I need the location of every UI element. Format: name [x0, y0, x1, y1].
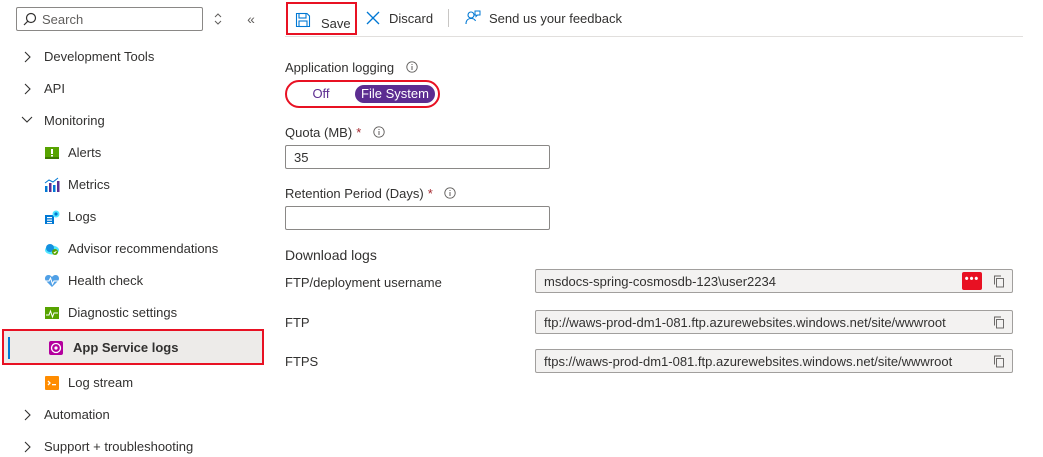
sidebar-item-label: Metrics [68, 177, 110, 192]
feedback-label: Send us your feedback [489, 11, 622, 26]
sidebar-item-advisor-recommendations[interactable]: Advisor recommendations [0, 233, 270, 265]
sidebar-item-health-check[interactable]: Health check [0, 265, 270, 297]
retention-period-label: Retention Period (Days) * [285, 186, 457, 201]
copy-icon[interactable] [993, 275, 1005, 288]
retention-period-input[interactable] [286, 207, 549, 229]
sidebar-item-label: Logs [68, 209, 97, 224]
quota-label: Quota (MB) * [285, 125, 385, 140]
sidebar-item-label: Monitoring [44, 113, 105, 128]
toggle-off-option[interactable]: Off [290, 85, 352, 103]
log-stream-icon [45, 376, 59, 390]
sidebar-item-diagnostic-settings[interactable]: Diagnostic settings [0, 297, 270, 329]
health-check-icon [44, 275, 60, 287]
ftps-field: ftps://waws-prod-dm1-081.ftp.azurewebsit… [535, 349, 1013, 373]
sidebar-item-label: Health check [68, 273, 144, 288]
info-icon[interactable] [444, 187, 457, 199]
quota-text: Quota (MB) [285, 125, 353, 140]
discard-button[interactable]: Discard [365, 8, 440, 30]
send-feedback-button[interactable]: Send us your feedback [465, 8, 635, 30]
search-input[interactable]: Search [16, 7, 203, 31]
resource-menu-sidebar: Search « Development Tools API Monitorin… [0, 0, 270, 457]
sidebar-item-label: Log stream [68, 375, 134, 390]
chevron-right-icon [24, 441, 31, 453]
save-button[interactable]: Save [286, 2, 357, 35]
save-icon [295, 12, 311, 28]
sidebar-item-label: Development Tools [44, 49, 155, 64]
retention-period-text: Retention Period (Days) [285, 186, 424, 201]
sidebar-item-logs[interactable]: Logs [0, 201, 270, 233]
sidebar-item-label: API [44, 81, 65, 96]
ellipsis-icon: ••• [964, 273, 980, 285]
chevron-right-icon [24, 51, 31, 63]
command-bar: Save Discard Send us your feedback [285, 0, 1023, 37]
sidebar-item-support-troubleshooting[interactable]: Support + troubleshooting [0, 431, 270, 457]
sidebar-item-monitoring[interactable]: Monitoring [0, 105, 270, 137]
ftp-username-field: msdocs-spring-cosmosdb-123\user2234 ••• [535, 269, 1013, 293]
discard-label: Discard [389, 11, 434, 26]
application-logging-toggle: Off File System [285, 80, 440, 108]
chevron-right-icon [24, 409, 31, 421]
quota-field[interactable] [285, 145, 550, 169]
sidebar-item-automation[interactable]: Automation [0, 399, 270, 431]
close-icon [366, 11, 380, 25]
search-placeholder: Search [42, 12, 84, 27]
ftp-username-value: msdocs-spring-cosmosdb-123\user2234 [544, 274, 776, 289]
feedback-icon [465, 10, 481, 25]
sidebar-item-app-service-logs[interactable]: App Service logs [2, 329, 264, 365]
ftps-label: FTPS [285, 354, 319, 369]
metrics-icon [44, 177, 60, 192]
alerts-icon [45, 147, 59, 159]
required-marker: * [427, 186, 433, 201]
required-marker: * [356, 125, 362, 140]
sidebar-item-alerts[interactable]: Alerts [0, 137, 270, 169]
sidebar-item-metrics[interactable]: Metrics [0, 169, 270, 201]
sidebar-item-label: App Service logs [73, 340, 179, 355]
save-label: Save [321, 16, 351, 31]
sidebar-search-row: Search « [16, 7, 266, 31]
toggle-file-system-option[interactable]: File System [355, 85, 435, 103]
copy-icon[interactable] [993, 355, 1005, 368]
ftp-value: ftp://waws-prod-dm1-081.ftp.azurewebsite… [544, 315, 946, 330]
ftp-field: ftp://waws-prod-dm1-081.ftp.azurewebsite… [535, 310, 1013, 334]
ftps-value: ftps://waws-prod-dm1-081.ftp.azurewebsit… [544, 354, 953, 369]
diagnostic-settings-icon [45, 307, 59, 319]
ftp-label: FTP [285, 315, 310, 330]
app-service-logs-icon [49, 341, 63, 355]
logs-icon [45, 210, 60, 224]
sort-icon[interactable] [212, 11, 224, 27]
selection-indicator [8, 337, 10, 359]
ftp-username-label: FTP/deployment username [285, 275, 442, 290]
info-icon[interactable] [373, 126, 385, 138]
sidebar-item-label: Alerts [68, 145, 102, 160]
copy-icon[interactable] [993, 316, 1005, 329]
more-options-button[interactable]: ••• [962, 272, 982, 290]
application-logging-text: Application logging [285, 60, 395, 75]
chevron-down-icon [21, 116, 33, 123]
quota-input[interactable] [286, 146, 549, 168]
sidebar-item-api[interactable]: API [0, 73, 270, 105]
chevron-right-icon [24, 83, 31, 95]
info-icon[interactable] [406, 61, 418, 73]
advisor-icon [45, 244, 59, 255]
sidebar-item-label: Advisor recommendations [68, 241, 219, 256]
sidebar-item-label: Support + troubleshooting [44, 439, 194, 454]
application-logging-label: Application logging [285, 60, 418, 75]
sidebar-item-label: Diagnostic settings [68, 305, 178, 320]
sidebar-item-log-stream[interactable]: Log stream [0, 367, 270, 399]
toolbar-divider [448, 9, 449, 27]
sidebar-item-label: Automation [44, 407, 110, 422]
search-icon [23, 12, 37, 26]
toggle-group: Off File System [290, 85, 435, 103]
collapse-sidebar-icon[interactable]: « [243, 9, 259, 29]
download-logs-heading: Download logs [285, 247, 377, 263]
sidebar-item-development-tools[interactable]: Development Tools [0, 41, 270, 73]
retention-period-field[interactable] [285, 206, 550, 230]
